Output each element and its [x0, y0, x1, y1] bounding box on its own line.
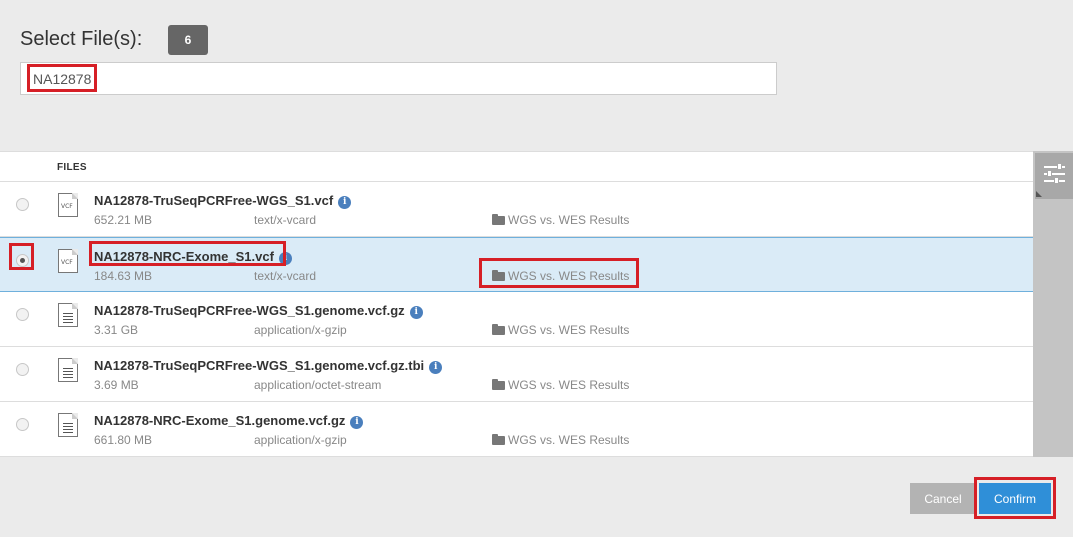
folder-icon	[492, 270, 505, 281]
search-input[interactable]	[20, 62, 777, 95]
cancel-button[interactable]: Cancel	[910, 483, 976, 514]
info-icon[interactable]: i	[278, 252, 292, 265]
file-size: 3.31 GB	[94, 323, 139, 337]
files-table-header: FILES	[0, 152, 1033, 182]
file-size: 3.69 MB	[94, 378, 139, 392]
page-title: Select File(s):	[20, 28, 143, 50]
file-name: NA12878-TruSeqPCRFree-WGS_S1.genome.vcf.…	[94, 358, 425, 373]
file-row[interactable]: NA12878-NRC-Exome_S1.genome.vcf.gz i 661.…	[0, 402, 1033, 457]
file-folder: WGS vs. WES Results	[508, 433, 630, 447]
file-radio[interactable]	[16, 308, 29, 321]
file-folder: WGS vs. WES Results	[508, 323, 630, 337]
file-radio[interactable]	[16, 198, 29, 211]
file-row[interactable]: NA12878-TruSeqPCRFree-WGS_S1.genome.vcf.…	[0, 347, 1033, 402]
info-icon[interactable]: i	[338, 196, 352, 209]
file-radio[interactable]	[16, 418, 29, 431]
file-type: application/x-gzip	[254, 433, 347, 447]
file-row-selected[interactable]: VCF NA12878-NRC-Exome_S1.vcf i 184.63 MB …	[0, 237, 1033, 292]
file-size: 184.63 MB	[94, 269, 153, 283]
file-radio-checked[interactable]	[16, 254, 29, 267]
file-type: text/x-vcard	[254, 269, 317, 283]
file-folder: WGS vs. WES Results	[508, 378, 630, 392]
file-size: 652.21 MB	[94, 213, 153, 227]
document-icon	[58, 358, 78, 382]
info-icon[interactable]: i	[409, 306, 423, 319]
file-name: NA12878-NRC-Exome_S1.vcf	[94, 249, 274, 264]
files-column-header: FILES	[57, 162, 87, 173]
info-icon[interactable]: i	[350, 416, 364, 429]
column-settings-icon[interactable]	[1035, 153, 1073, 199]
file-type: text/x-vcard	[254, 213, 317, 227]
folder-icon	[492, 214, 505, 225]
file-type: application/x-gzip	[254, 323, 347, 337]
selected-count-badge: 6	[168, 25, 208, 55]
file-radio[interactable]	[16, 363, 29, 376]
file-folder: WGS vs. WES Results	[508, 269, 630, 283]
info-icon[interactable]: i	[429, 361, 443, 374]
folder-icon	[492, 324, 505, 335]
folder-icon	[492, 379, 505, 390]
file-name: NA12878-TruSeqPCRFree-WGS_S1.vcf	[94, 193, 334, 208]
document-icon	[58, 413, 78, 437]
file-folder: WGS vs. WES Results	[508, 213, 630, 227]
vcf-file-icon: VCF	[58, 193, 78, 217]
file-name: NA12878-NRC-Exome_S1.genome.vcf.gz	[94, 413, 346, 428]
folder-icon	[492, 434, 505, 445]
file-size: 661.80 MB	[94, 433, 153, 447]
file-type: application/octet-stream	[254, 378, 382, 392]
file-row[interactable]: VCF NA12878-TruSeqPCRFree-WGS_S1.vcf i 65…	[0, 182, 1033, 237]
confirm-button[interactable]: Confirm	[979, 483, 1051, 514]
vcf-file-icon: VCF	[58, 249, 78, 273]
file-name: NA12878-TruSeqPCRFree-WGS_S1.genome.vcf.…	[94, 303, 405, 318]
file-row[interactable]: NA12878-TruSeqPCRFree-WGS_S1.genome.vcf.…	[0, 292, 1033, 347]
document-icon	[58, 303, 78, 327]
files-panel: FILES VCF NA12878-TruSeqPCRFree-WGS_S1.v…	[0, 151, 1033, 457]
